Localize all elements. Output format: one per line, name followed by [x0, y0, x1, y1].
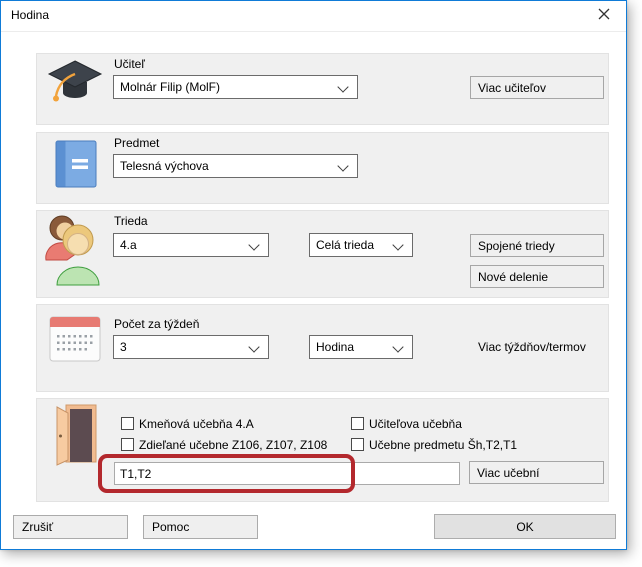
ok-label: OK — [516, 520, 533, 534]
duration-select-value: Hodina — [316, 340, 354, 354]
joined-classes-button[interactable]: Spojené triedy — [470, 234, 604, 257]
more-rooms-button[interactable]: Viac učební — [469, 461, 604, 484]
chevron-down-icon — [392, 239, 403, 250]
calendar-icon — [49, 315, 101, 368]
rooms-section: Kmeňová učebňa 4.A Zdieľané učebne Z106,… — [36, 398, 609, 502]
count-section: Počet za týždeň 3 Hodina Viac týždňov/te… — [36, 304, 609, 392]
teacher-select[interactable]: Molnár Filip (MolF) — [113, 75, 358, 99]
count-select-value: 3 — [120, 340, 127, 354]
checkbox-box — [351, 438, 364, 451]
help-label: Pomoc — [152, 520, 189, 534]
open-door-icon — [55, 404, 97, 471]
dialog-window: Hodina Učiteľ Molnár Filip (MolF) Viac u… — [0, 0, 627, 550]
titlebar: Hodina — [1, 1, 626, 32]
checkbox-home-classroom-label: Kmeňová učebňa 4.A — [139, 417, 254, 431]
chevron-down-icon — [337, 81, 348, 92]
subject-label: Predmet — [114, 136, 159, 150]
class-group-select[interactable]: Celá trieda — [309, 233, 413, 257]
teacher-select-value: Molnár Filip (MolF) — [120, 80, 220, 94]
new-division-button[interactable]: Nové delenie — [470, 265, 604, 288]
checkbox-subject-classrooms-label: Učebne predmetu Šh,T2,T1 — [369, 438, 517, 452]
book-icon — [55, 140, 97, 193]
class-label: Trieda — [114, 214, 148, 228]
cancel-label: Zrušiť — [22, 520, 53, 534]
checkbox-shared-classrooms-label: Zdieľané učebne Z106, Z107, Z108 — [139, 438, 327, 452]
checkbox-box — [351, 417, 364, 430]
more-teachers-label: Viac učiteľov — [478, 81, 546, 95]
more-rooms-label: Viac učební — [477, 466, 540, 480]
help-button[interactable]: Pomoc — [143, 515, 258, 539]
teacher-section: Učiteľ Molnár Filip (MolF) Viac učiteľov — [36, 53, 609, 125]
count-label: Počet za týždeň — [114, 317, 199, 331]
cancel-button[interactable]: Zrušiť — [13, 515, 128, 539]
teacher-label: Učiteľ — [114, 57, 145, 71]
subject-select-value: Telesná výchova — [120, 159, 209, 173]
dialog-title: Hodina — [11, 8, 49, 22]
duration-select[interactable]: Hodina — [309, 335, 413, 359]
checkbox-teacher-classroom-label: Učiteľova učebňa — [369, 417, 462, 431]
checkbox-home-classroom[interactable]: Kmeňová učebňa 4.A — [121, 416, 254, 431]
count-select[interactable]: 3 — [113, 335, 269, 359]
new-division-label: Nové delenie — [478, 270, 548, 284]
class-select[interactable]: 4.a — [113, 233, 269, 257]
graduation-cap-icon — [47, 58, 103, 113]
chevron-down-icon — [248, 239, 259, 250]
checkbox-box — [121, 438, 134, 451]
checkbox-teacher-classroom[interactable]: Učiteľova učebňa — [351, 416, 462, 431]
subject-section: Predmet Telesná výchova — [36, 132, 609, 204]
chevron-down-icon — [248, 341, 259, 352]
checkbox-shared-classrooms[interactable]: Zdieľané učebne Z106, Z107, Z108 — [121, 437, 327, 452]
more-teachers-button[interactable]: Viac učiteľov — [470, 76, 604, 99]
checkbox-box — [121, 417, 134, 430]
class-group-select-value: Celá trieda — [316, 238, 374, 252]
chevron-down-icon — [392, 341, 403, 352]
class-select-value: 4.a — [120, 238, 137, 252]
rooms-input[interactable] — [114, 462, 460, 485]
ok-button[interactable]: OK — [434, 514, 616, 539]
joined-classes-label: Spojené triedy — [478, 239, 555, 253]
checkbox-subject-classrooms[interactable]: Učebne predmetu Šh,T2,T1 — [351, 437, 517, 452]
students-icon — [45, 213, 103, 292]
class-section: Trieda 4.a Celá trieda Spojené triedy No… — [36, 210, 609, 298]
close-button[interactable] — [581, 1, 626, 30]
chevron-down-icon — [337, 160, 348, 171]
close-icon — [598, 7, 610, 25]
subject-select[interactable]: Telesná výchova — [113, 154, 358, 178]
more-weeks-link[interactable]: Viac týždňov/termov — [478, 340, 586, 354]
